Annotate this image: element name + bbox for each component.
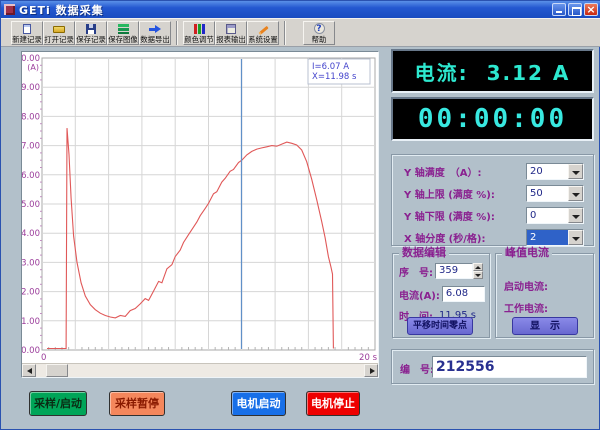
svg-text:5.00: 5.00 <box>22 200 40 210</box>
save-record-icon <box>86 23 96 35</box>
x-division-label: X 轴分度 (秒/格): <box>404 230 485 245</box>
data-edit-title: 数据编辑 <box>399 247 449 259</box>
svg-text:3.00: 3.00 <box>22 258 40 268</box>
y-upper-limit-combo[interactable]: 50 <box>526 185 584 202</box>
svg-text:7.00: 7.00 <box>22 142 40 152</box>
combo-dropdown-icon[interactable] <box>568 230 583 245</box>
help-icon <box>314 23 325 35</box>
title-bar: GETi 数据采集 <box>1 1 600 18</box>
shift-time-zero-button[interactable]: 平移时间零点 <box>407 317 473 335</box>
work-current-label: 工作电流: <box>504 300 548 315</box>
sample-start-button[interactable]: 采样/启动 <box>29 391 87 416</box>
color-adjust-button[interactable]: 颜色调节 <box>183 21 215 45</box>
y-upper-limit-label: Y 轴上限 (满度 %): <box>404 186 495 201</box>
scroll-right-button[interactable] <box>364 364 378 377</box>
serial-number-group: 编 号: 212556 <box>391 349 594 384</box>
index-spinner <box>473 263 483 279</box>
serial-number-label: 编 号: <box>400 361 434 376</box>
svg-text:8.00: 8.00 <box>22 112 40 122</box>
current-display: 电流: 3.12 A <box>391 49 594 93</box>
svg-text:4.00: 4.00 <box>22 229 40 239</box>
current-time-chart[interactable]: 0.00 1.00 2.00 3.00 4.00 5.00 6.00 7.00 8.00 9.00… <box>22 52 378 368</box>
toolbar-separator <box>176 21 178 45</box>
y-full-scale-label: Y 轴满度 （A）: <box>404 164 481 179</box>
peak-current-group: 峰值电流 启动电流: 工作电流: 显 示 <box>495 253 594 338</box>
motor-start-button[interactable]: 电机启动 <box>231 391 286 416</box>
timer-value: 00:00:00 <box>418 104 567 134</box>
data-edit-group: 数据编辑 序 号: 359 电流(A): 6.08 时 间: 11.95 s 平… <box>392 253 490 338</box>
color-adjust-icon <box>194 23 205 35</box>
combo-dropdown-icon[interactable] <box>568 164 583 179</box>
export-data-button[interactable]: 数据导出 <box>139 21 171 45</box>
peak-current-title: 峰值电流 <box>502 247 552 259</box>
edit-current-input[interactable]: 6.08 <box>442 286 485 302</box>
spinner-up-icon[interactable] <box>473 263 483 271</box>
x-division-combo[interactable]: 2 <box>526 229 584 246</box>
svg-text:6.00: 6.00 <box>22 171 40 181</box>
axis-combo-value-0: 20 <box>527 164 568 179</box>
report-output-button[interactable]: 报表输出 <box>215 21 247 45</box>
timer-display: 00:00:00 <box>391 97 594 141</box>
serial-number-input[interactable]: 212556 <box>432 356 587 378</box>
spinner-down-icon[interactable] <box>473 271 483 279</box>
axis-combo-value-2: 0 <box>527 208 568 223</box>
close-button[interactable] <box>584 3 598 16</box>
chart-panel: 0.00 1.00 2.00 3.00 4.00 5.00 6.00 7.00 8.00 9.00… <box>21 51 379 378</box>
open-record-icon <box>53 23 65 35</box>
app-icon <box>4 4 15 15</box>
help-button[interactable]: 帮助 <box>303 21 335 45</box>
toolbar: 新建记录 打开记录 保存记录 保存图像 数据导出 颜色调节 报表输出 系统设置 … <box>1 18 600 47</box>
svg-text:0.00: 0.00 <box>22 346 40 356</box>
app-window: { "window": { "title": "GETi 数据采集" }, "t… <box>0 0 600 430</box>
axis-combo-value-1: 50 <box>527 186 568 201</box>
report-output-icon <box>226 23 236 35</box>
window-title: GETi 数据采集 <box>19 2 104 18</box>
axis-settings-group: Y 轴满度 （A）: 20 Y 轴上限 (满度 %): 50 Y 轴下限 (满度… <box>391 154 594 246</box>
edit-current-label: 电流(A): <box>399 287 440 302</box>
export-data-icon <box>149 23 161 35</box>
maximize-button[interactable] <box>568 3 582 16</box>
scroll-left-button[interactable] <box>22 364 36 377</box>
svg-text:2.00: 2.00 <box>22 288 40 298</box>
chart-h-scrollbar <box>22 363 378 377</box>
system-settings-icon <box>258 23 269 35</box>
show-button[interactable]: 显 示 <box>512 317 578 335</box>
y-full-scale-combo[interactable]: 20 <box>526 163 584 180</box>
axis-combo-value-3: 2 <box>527 230 568 245</box>
index-input[interactable]: 359 <box>435 263 473 279</box>
index-label: 序 号: <box>399 264 433 279</box>
svg-text:(A): (A) <box>27 63 39 72</box>
minimize-button[interactable] <box>552 3 566 16</box>
save-image-icon <box>118 23 129 35</box>
combo-dropdown-icon[interactable] <box>568 208 583 223</box>
current-display-value: 3.12 A <box>487 61 571 85</box>
system-settings-button[interactable]: 系统设置 <box>247 21 279 45</box>
scrollbar-thumb[interactable] <box>46 364 68 377</box>
new-record-icon <box>23 23 31 35</box>
y-lower-limit-combo[interactable]: 0 <box>526 207 584 224</box>
toolbar-separator <box>284 21 286 45</box>
svg-text:0: 0 <box>41 353 46 363</box>
save-image-button[interactable]: 保存图像 <box>107 21 139 45</box>
save-record-button[interactable]: 保存记录 <box>75 21 107 45</box>
sample-pause-button[interactable]: 采样暂停 <box>109 391 165 416</box>
svg-text:20 s: 20 s <box>359 353 378 363</box>
svg-text:X=11.98 s: X=11.98 s <box>312 72 357 82</box>
motor-stop-button[interactable]: 电机停止 <box>306 391 360 416</box>
svg-text:1.00: 1.00 <box>22 317 40 327</box>
current-display-label: 电流: <box>415 61 469 85</box>
y-lower-limit-label: Y 轴下限 (满度 %): <box>404 208 495 223</box>
combo-dropdown-icon[interactable] <box>568 186 583 201</box>
new-record-button[interactable]: 新建记录 <box>11 21 43 45</box>
svg-text:9.00: 9.00 <box>22 83 40 93</box>
svg-text:I=6.07 A: I=6.07 A <box>312 62 349 72</box>
start-current-label: 启动电流: <box>504 278 548 293</box>
open-record-button[interactable]: 打开记录 <box>43 21 75 45</box>
